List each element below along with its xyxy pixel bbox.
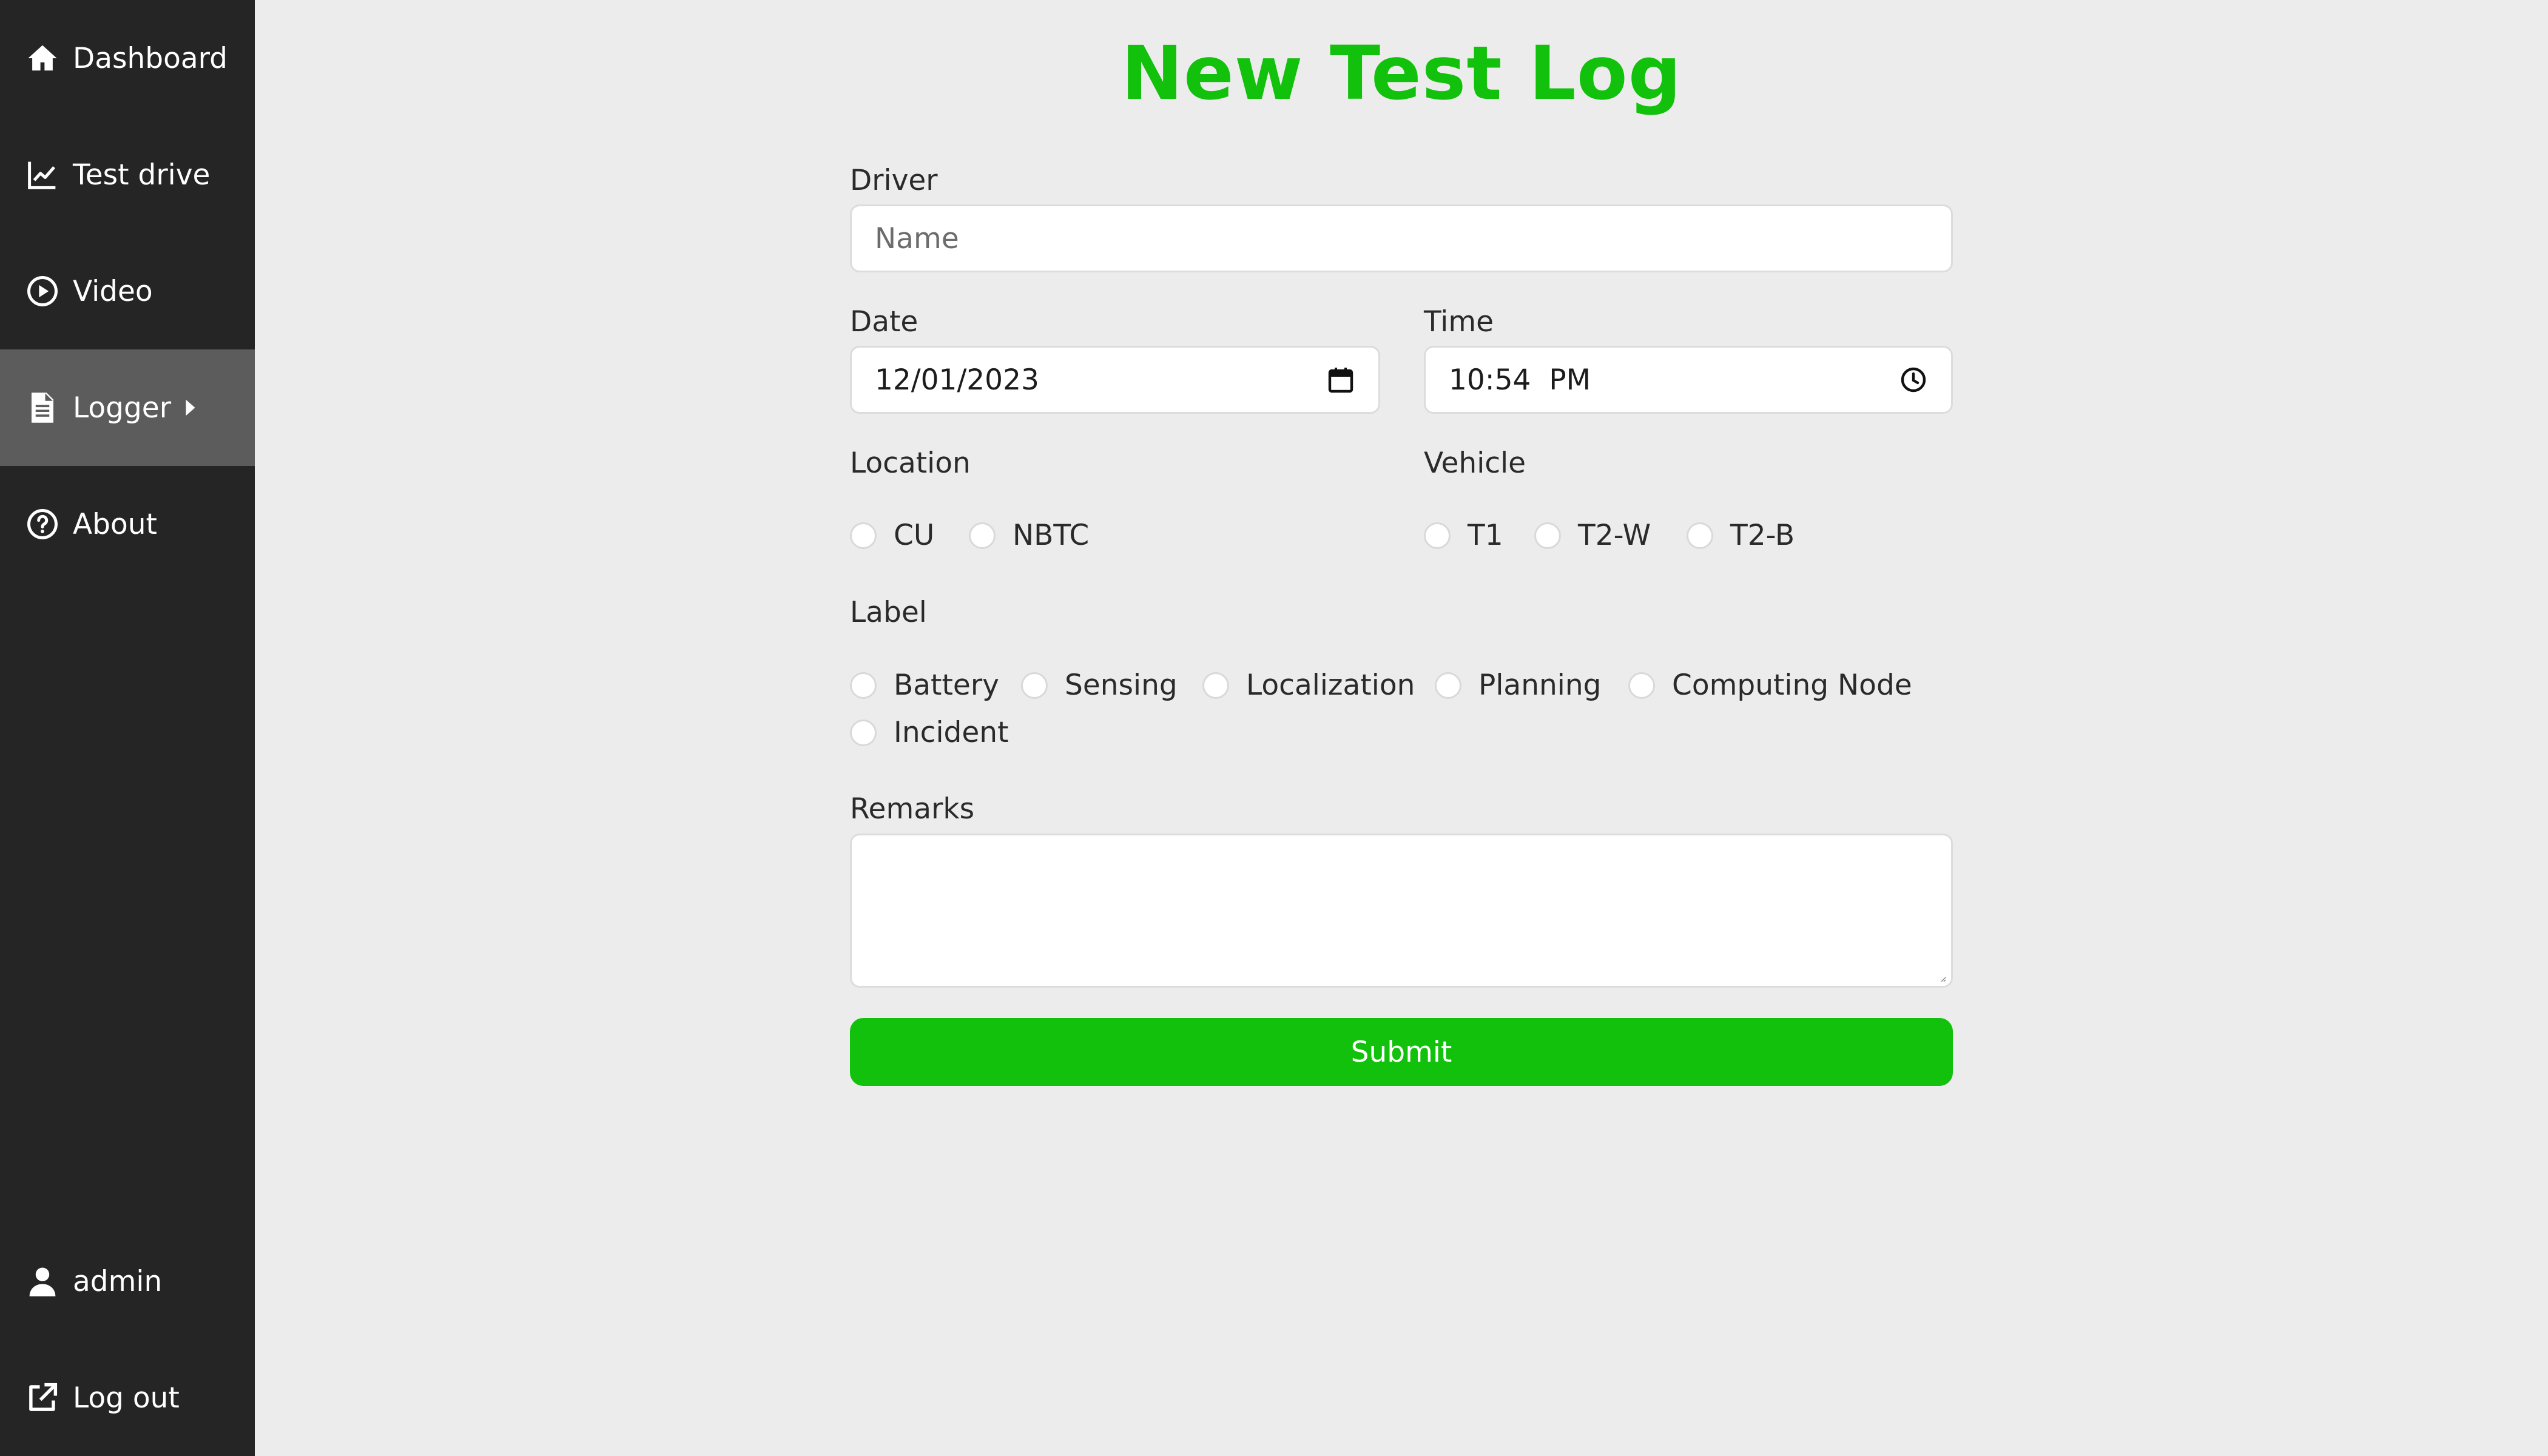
radio-label: CU <box>894 519 935 552</box>
radio-button[interactable] <box>1021 672 1048 699</box>
label-group-label: Label <box>850 596 927 629</box>
radio-label: Sensing <box>1065 669 1178 702</box>
vehicle-option-t1[interactable]: T1 <box>1424 519 1503 552</box>
vehicle-option-t2-w[interactable]: T2-W <box>1534 519 1651 552</box>
driver-name-placeholder: Name <box>875 221 959 255</box>
radio-label: T2-B <box>1730 519 1795 552</box>
sidebar-item-video[interactable]: Video <box>0 233 255 349</box>
radio-button[interactable] <box>969 522 996 549</box>
date-value: 12/01/2023 <box>875 363 1039 397</box>
label-option-sensing[interactable]: Sensing <box>1021 669 1178 702</box>
sidebar-item-label: Logger <box>73 391 172 425</box>
sidebar-item-label: Dashboard <box>73 41 228 75</box>
radio-button[interactable] <box>850 719 877 746</box>
radio-button[interactable] <box>850 522 877 549</box>
sidebar-item-logout[interactable]: Log out <box>0 1340 255 1456</box>
radio-label: Localization <box>1246 669 1415 702</box>
vehicle-label: Vehicle <box>1424 447 1526 480</box>
date-label: Date <box>850 305 918 339</box>
home-icon <box>24 40 61 76</box>
radio-button[interactable] <box>1687 522 1713 549</box>
radio-label: T1 <box>1468 519 1503 552</box>
location-label: Location <box>850 447 971 480</box>
clock-icon[interactable] <box>1899 365 1928 394</box>
radio-button[interactable] <box>1628 672 1655 699</box>
page-title: New Test Log <box>1121 30 1682 116</box>
radio-label: Battery <box>894 669 999 702</box>
external-link-icon <box>24 1380 61 1416</box>
label-option-battery[interactable]: Battery <box>850 669 999 702</box>
time-input[interactable]: 10:54 PM <box>1424 346 1953 414</box>
user-icon <box>24 1263 61 1299</box>
calendar-icon[interactable] <box>1326 365 1355 394</box>
radio-label: Planning <box>1478 669 1602 702</box>
radio-label: NBTC <box>1013 519 1090 552</box>
label-option-localization[interactable]: Localization <box>1202 669 1415 702</box>
radio-button[interactable] <box>850 672 877 699</box>
sidebar-item-label: Test drive <box>73 158 211 192</box>
driver-label: Driver <box>850 164 938 197</box>
radio-label: T2-W <box>1578 519 1651 552</box>
radio-button[interactable] <box>1424 522 1451 549</box>
radio-label: Computing Node <box>1672 669 1912 702</box>
sidebar-item-label: admin <box>73 1264 163 1298</box>
radio-label: Incident <box>894 716 1009 749</box>
sidebar-item-label: Video <box>73 274 153 308</box>
resize-grip-icon[interactable] <box>1940 976 1946 982</box>
play-circle-icon <box>24 273 61 309</box>
time-label: Time <box>1424 305 1494 339</box>
radio-button[interactable] <box>1435 672 1461 699</box>
sidebar-item-label: Log out <box>73 1381 180 1415</box>
sidebar-item-test-drive[interactable]: Test drive <box>0 116 255 233</box>
sidebar: Dashboard Test drive Video Logger About … <box>0 0 255 1456</box>
radio-button[interactable] <box>1202 672 1229 699</box>
vehicle-option-t2-b[interactable]: T2-B <box>1687 519 1795 552</box>
file-text-icon <box>24 389 61 426</box>
question-circle-icon <box>24 506 61 542</box>
sidebar-item-about[interactable]: About <box>0 466 255 582</box>
remarks-label: Remarks <box>850 792 975 826</box>
location-option-nbtc[interactable]: NBTC <box>969 519 1089 552</box>
label-option-computing-node[interactable]: Computing Node <box>1628 669 1912 702</box>
label-option-incident[interactable]: Incident <box>850 716 1009 749</box>
radio-button[interactable] <box>1534 522 1561 549</box>
remarks-textarea[interactable] <box>850 834 1953 988</box>
sidebar-item-user[interactable]: admin <box>0 1223 255 1340</box>
date-input[interactable]: 12/01/2023 <box>850 346 1380 414</box>
sidebar-item-logger[interactable]: Logger <box>0 349 255 466</box>
submit-button[interactable]: Submit <box>850 1018 1953 1086</box>
sidebar-item-label: About <box>73 507 157 541</box>
location-option-cu[interactable]: CU <box>850 519 934 552</box>
label-option-planning[interactable]: Planning <box>1435 669 1601 702</box>
sidebar-item-dashboard[interactable]: Dashboard <box>0 0 255 116</box>
chart-line-icon <box>24 157 61 193</box>
caret-right-icon <box>186 399 195 416</box>
time-value: 10:54 PM <box>1449 363 1591 397</box>
driver-name-input[interactable]: Name <box>850 204 1953 272</box>
